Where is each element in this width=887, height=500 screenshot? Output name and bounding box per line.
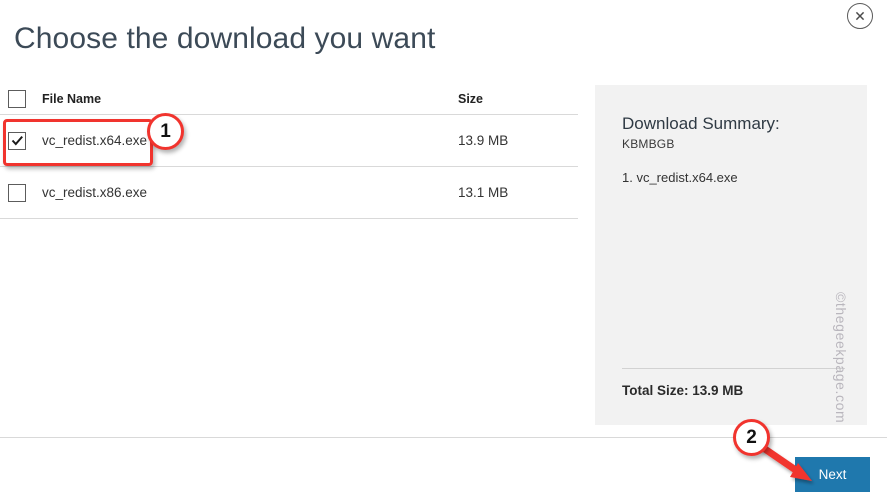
download-summary-panel: Download Summary: KBMBGB 1. vc_redist.x6… — [595, 85, 867, 425]
row-file-name: vc_redist.x86.exe — [42, 185, 148, 200]
page-title: Choose the download you want — [14, 22, 436, 55]
download-chooser-dialog: Choose the download you want File Name S… — [0, 0, 887, 500]
list-item: 1. vc_redist.x64.exe — [622, 170, 738, 185]
row-file-size: 13.1 MB — [458, 185, 509, 200]
table-header-row: File Name Size — [0, 84, 578, 115]
close-icon[interactable] — [847, 3, 873, 29]
file-table: File Name Size vc_redist.x64.exe 13.9 MB… — [0, 84, 578, 219]
summary-item-list: 1. vc_redist.x64.exe — [622, 168, 738, 188]
column-header-size: Size — [458, 92, 484, 106]
summary-divider — [622, 368, 845, 369]
row-file-size: 13.9 MB — [458, 133, 509, 148]
select-all-checkbox[interactable] — [8, 90, 26, 108]
summary-total-size: Total Size: 13.9 MB — [622, 383, 744, 398]
table-row[interactable]: vc_redist.x64.exe 13.9 MB — [0, 115, 578, 167]
column-header-file-name: File Name — [42, 92, 102, 106]
table-row[interactable]: vc_redist.x86.exe 13.1 MB — [0, 167, 578, 219]
summary-subtitle: KBMBGB — [622, 137, 675, 151]
row-checkbox-x64[interactable] — [8, 131, 26, 150]
row-file-name: vc_redist.x64.exe — [42, 133, 148, 148]
summary-title: Download Summary: — [622, 114, 780, 133]
next-button[interactable]: Next — [795, 457, 870, 492]
row-checkbox-x86[interactable] — [8, 183, 26, 202]
footer-divider — [0, 437, 887, 438]
